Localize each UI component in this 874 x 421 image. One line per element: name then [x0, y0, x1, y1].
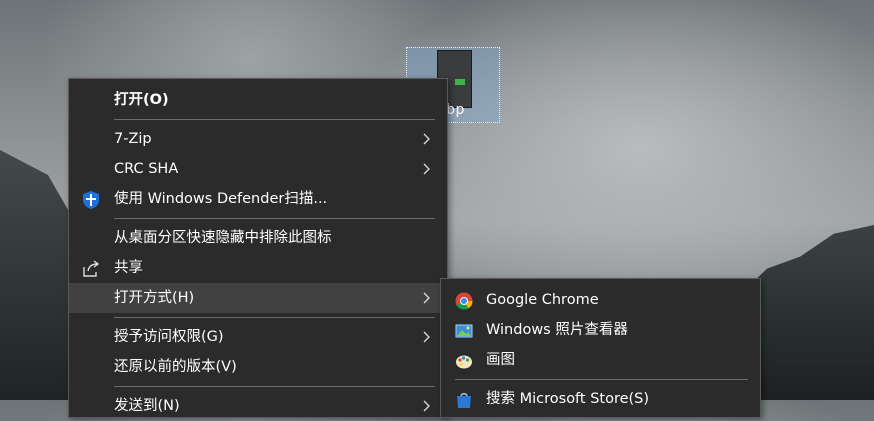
menu-item-label: CRC SHA	[114, 161, 179, 177]
submenu-item-label: 画图	[486, 352, 515, 368]
chevron-right-icon	[423, 154, 433, 184]
menu-item-label: 共享	[114, 260, 143, 276]
submenu-item-label: 搜索 Microsoft Store(S)	[486, 391, 650, 407]
menu-item-label: 发送到(N)	[114, 398, 180, 414]
photo-viewer-icon	[455, 321, 473, 339]
store-icon	[455, 390, 473, 408]
menu-item-grant-access[interactable]: 授予访问权限(G)	[69, 322, 447, 352]
open-with-chrome[interactable]: Google Chrome	[441, 285, 760, 315]
menu-item-label: 打开方式(H)	[114, 290, 195, 306]
paint-icon	[455, 351, 473, 369]
open-with-photo-viewer[interactable]: Windows 照片查看器	[441, 315, 760, 345]
defender-shield-icon	[81, 190, 99, 209]
menu-item-crc-sha[interactable]: CRC SHA	[69, 154, 447, 184]
menu-item-send-to[interactable]: 发送到(N)	[69, 391, 447, 421]
menu-item-exclude-hide[interactable]: 从桌面分区快速隐藏中排除此图标	[69, 223, 447, 253]
context-menu: 打开(O) 7-Zip CRC SHA 使用 Windows Defender扫…	[68, 78, 448, 418]
menu-item-label: 打开(O)	[114, 92, 169, 108]
submenu-item-label: Google Chrome	[486, 292, 599, 308]
menu-item-open-with[interactable]: 打开方式(H)	[69, 283, 447, 313]
menu-item-label: 使用 Windows Defender扫描...	[114, 191, 328, 207]
chevron-right-icon	[423, 391, 433, 421]
chevron-right-icon	[423, 283, 433, 313]
menu-item-defender-scan[interactable]: 使用 Windows Defender扫描...	[69, 184, 447, 214]
menu-separator	[114, 386, 435, 387]
menu-separator	[114, 218, 435, 219]
open-with-submenu: Google Chrome Windows 照片查看器 画图 搜索 Micros…	[440, 278, 761, 418]
menu-item-restore-versions[interactable]: 还原以前的版本(V)	[69, 352, 447, 382]
menu-separator	[114, 317, 435, 318]
share-icon	[81, 259, 100, 277]
menu-item-open[interactable]: 打开(O)	[69, 85, 447, 115]
open-with-search-store[interactable]: 搜索 Microsoft Store(S)	[441, 384, 760, 414]
menu-item-label: 7-Zip	[114, 131, 152, 147]
chevron-right-icon	[423, 124, 433, 154]
menu-item-share[interactable]: 共享	[69, 253, 447, 283]
open-with-paint[interactable]: 画图	[441, 345, 760, 375]
chevron-right-icon	[423, 322, 433, 352]
chrome-icon	[455, 291, 473, 310]
menu-item-label: 授予访问权限(G)	[114, 329, 224, 345]
menu-separator	[114, 119, 435, 120]
menu-item-label: 还原以前的版本(V)	[114, 359, 237, 375]
menu-item-label: 从桌面分区快速隐藏中排除此图标	[114, 230, 332, 246]
menu-separator	[455, 379, 748, 380]
submenu-item-label: Windows 照片查看器	[486, 322, 628, 338]
menu-item-7zip[interactable]: 7-Zip	[69, 124, 447, 154]
